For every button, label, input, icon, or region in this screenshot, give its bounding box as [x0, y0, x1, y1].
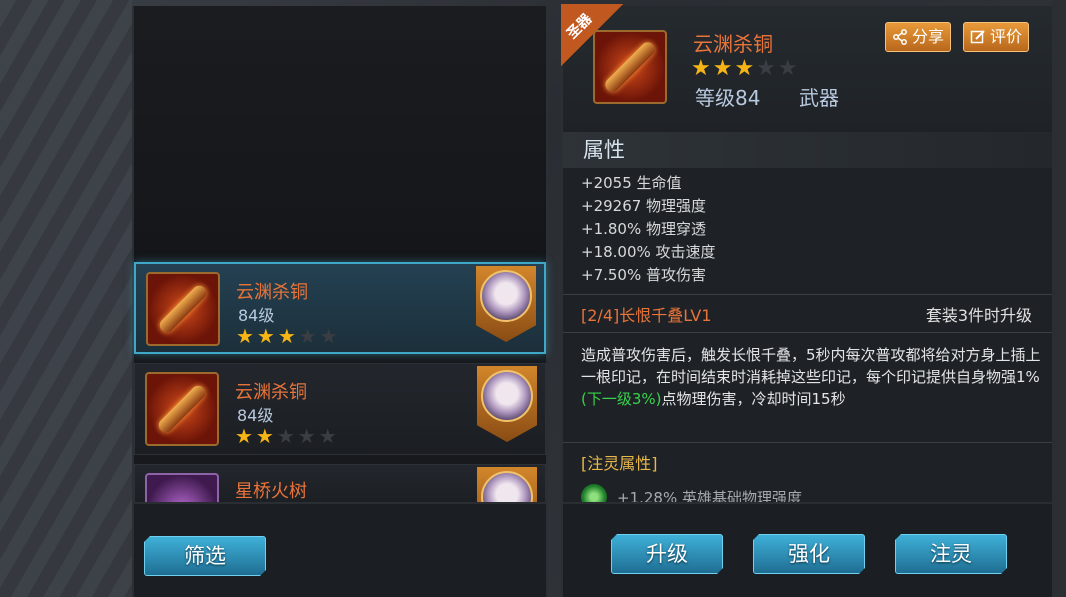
- item-name: 星桥火树: [235, 481, 307, 502]
- set-bonus-title: [2/4]长恨千叠LV1: [581, 306, 712, 325]
- star-filled-icon: ★★★: [691, 56, 757, 81]
- detail-footer: 升级 强化 注灵: [563, 502, 1052, 597]
- weapon-icon: [145, 372, 219, 446]
- background-left: [0, 0, 132, 597]
- item-stars: ★★★★★: [235, 424, 340, 448]
- share-label: 分享: [912, 27, 945, 46]
- weapon-icon: [146, 272, 220, 346]
- description-text: 造成普攻伤害后，触发长恨千叠，5秒内每次普攻都将给对方身上插上一根印记，在时间结…: [581, 346, 1041, 386]
- background-right: [1052, 0, 1066, 597]
- item-level: 等级84: [695, 86, 761, 110]
- divider: [563, 332, 1052, 333]
- item-name: 云渊杀铜: [235, 382, 307, 403]
- review-button[interactable]: 评价: [963, 22, 1030, 52]
- detail-header: 圣器 云渊杀铜 ★★★★★ 等级84 武器 分享 评价: [561, 4, 1052, 130]
- infuse-button[interactable]: 注灵: [895, 534, 1007, 574]
- stat-line: +29267 物理强度: [581, 197, 707, 215]
- rarity-label: 圣器: [564, 11, 596, 43]
- description-text: 点物理伤害，冷却时间15秒: [661, 390, 846, 408]
- hero-portrait-badge[interactable]: [476, 266, 536, 342]
- item-row-selected[interactable]: 云渊杀铜 84级 ★★★★★: [134, 262, 546, 354]
- list-empty-area: [134, 6, 546, 262]
- star-filled-icon: ★★: [235, 424, 277, 448]
- hero-avatar: [480, 270, 532, 322]
- hero-avatar: [481, 370, 533, 422]
- filter-button[interactable]: 筛选: [144, 536, 266, 576]
- attributes-header: 属性: [563, 132, 1052, 168]
- set-bonus-note: 套装3件时升级: [925, 306, 1032, 325]
- item-level: 84级: [238, 306, 275, 325]
- weapon-icon: [593, 30, 667, 104]
- item-level: 84级: [237, 406, 274, 425]
- item-row[interactable]: 云渊杀铜 84级 ★★★★★: [134, 363, 546, 455]
- review-label: 评价: [990, 27, 1023, 46]
- infuse-attributes-title: [注灵属性]: [581, 454, 658, 473]
- item-list-panel: 云渊杀铜 84级 ★★★★★ 云渊杀铜 84级 ★★★★★ 星桥火树 筛选: [132, 6, 548, 597]
- star-empty-icon: ★★: [756, 56, 800, 81]
- item-stars: ★★★★★: [691, 56, 800, 81]
- star-filled-icon: ★★★: [236, 324, 299, 348]
- share-button[interactable]: 分享: [885, 22, 952, 52]
- star-empty-icon: ★★★: [276, 424, 340, 448]
- item-detail-panel: 圣器 云渊杀铜 ★★★★★ 等级84 武器 分享 评价 属性 +2055 生命值…: [561, 4, 1052, 597]
- hero-portrait-badge[interactable]: [477, 366, 537, 442]
- item-stars: ★★★★★: [236, 324, 341, 348]
- share-icon: [893, 29, 907, 45]
- upgrade-button[interactable]: 升级: [611, 534, 723, 574]
- item-title: 云渊杀铜: [693, 32, 773, 56]
- stat-line: +18.00% 攻击速度: [581, 243, 716, 261]
- item-type: 武器: [799, 86, 839, 110]
- enhance-button[interactable]: 强化: [753, 534, 865, 574]
- divider: [563, 294, 1052, 295]
- edit-icon: [970, 30, 985, 44]
- item-name: 云渊杀铜: [236, 282, 308, 303]
- star-empty-icon: ★★: [298, 324, 341, 348]
- stat-line: +2055 生命值: [581, 174, 682, 192]
- list-footer: 筛选: [134, 502, 546, 597]
- stat-line: +7.50% 普攻伤害: [581, 266, 706, 284]
- next-level-highlight: (下一级3%): [581, 390, 662, 408]
- set-bonus-description: 造成普攻伤害后，触发长恨千叠，5秒内每次普攻都将给对方身上插上一根印记，在时间结…: [581, 344, 1041, 410]
- divider: [563, 442, 1052, 443]
- stat-line: +1.80% 物理穿透: [581, 220, 706, 238]
